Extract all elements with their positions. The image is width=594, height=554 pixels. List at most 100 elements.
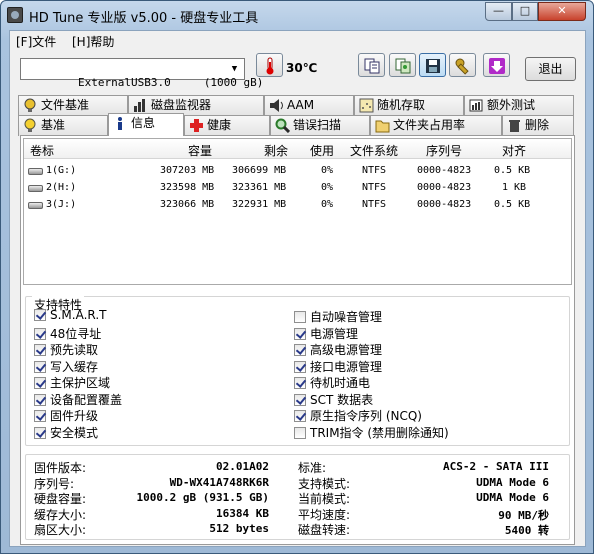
toolbar: ExternalUSB3.0 (1000 gB) ▼ 30℃ 退出: [10, 53, 585, 89]
empty-checkbox-icon: [294, 311, 306, 323]
checkmark-icon: [294, 393, 306, 406]
cell-volume: 1(G:): [46, 165, 77, 176]
col-alignment[interactable]: 对齐: [502, 142, 526, 159]
feature-checkbox[interactable]: 固件升级: [34, 407, 98, 424]
drive-icon: [28, 185, 43, 192]
tab-row-top: 文件基准 磁盘监视器 AAM 随机存取 额外测试: [10, 95, 585, 116]
copy-screenshot-button[interactable]: [389, 53, 416, 77]
col-filesystem[interactable]: 文件系统: [350, 142, 398, 159]
temperature-button[interactable]: [256, 53, 283, 77]
feature-checkbox[interactable]: S.M.A.R.T: [34, 308, 106, 322]
client-area: [F]文件 [H]帮助 ExternalUSB3.0 (1000 gB) ▼ 3…: [9, 30, 586, 547]
detail-value: WD-WX41A748RK6R: [169, 475, 269, 489]
minimize-button[interactable]: —: [485, 2, 512, 21]
cell-alignment: 0.5 KB: [494, 165, 531, 176]
options-button[interactable]: [449, 53, 476, 77]
speaker-icon: [270, 99, 283, 112]
cell-volume: 2(H:): [46, 182, 77, 193]
tab-health[interactable]: 健康: [184, 115, 270, 136]
col-volume[interactable]: 卷标: [30, 142, 54, 159]
feature-checkbox[interactable]: 设备配置覆盖: [34, 391, 122, 408]
feature-checkbox[interactable]: 自动噪音管理: [294, 308, 382, 325]
feature-checkbox[interactable]: 高级电源管理: [294, 341, 382, 358]
detail-label: 平均速度:: [298, 507, 351, 522]
drive-icon: [28, 168, 43, 175]
col-serial[interactable]: 序列号: [426, 142, 462, 159]
wrench-icon: [455, 58, 469, 75]
tab-folder-usage[interactable]: 文件夹占用率: [370, 115, 502, 136]
menu-help[interactable]: [H]帮助: [72, 33, 114, 50]
table-row[interactable]: 2(H:) 323598 MB 323361 MB 0% NTFS 0000-4…: [24, 180, 571, 197]
feature-label: 写入缓存: [50, 359, 99, 374]
save-button[interactable]: [419, 53, 446, 77]
detail-label: 支持模式:: [298, 476, 351, 491]
download-button[interactable]: [483, 53, 510, 77]
checkmark-icon: [34, 410, 46, 422]
tab-random-access[interactable]: 随机存取: [354, 95, 464, 116]
feature-label: 固件升级: [50, 409, 99, 423]
feature-label: 高级电源管理: [310, 343, 383, 357]
tab-label: 额外测试: [487, 98, 536, 112]
tab-extra-tests[interactable]: 额外测试: [464, 95, 574, 116]
col-free[interactable]: 剩余: [264, 142, 288, 159]
thermometer-icon: [266, 57, 274, 75]
cell-serial: 0000-4823: [417, 165, 472, 176]
detail-value: 5400 转: [504, 524, 549, 537]
feature-checkbox[interactable]: 原生指令序列 (NCQ): [294, 407, 422, 424]
checkmark-icon: [34, 360, 46, 373]
table-row[interactable]: 1(G:) 307203 MB 306699 MB 0% NTFS 0000-4…: [24, 163, 571, 180]
tab-error-scan[interactable]: 错误扫描: [270, 115, 370, 136]
detail-label: 硬盘容量:: [34, 492, 87, 506]
copy-text-button[interactable]: [358, 53, 385, 77]
drive-icon: [28, 202, 43, 209]
detail-value: UDMA Mode 6: [476, 475, 549, 489]
tab-erase[interactable]: 删除: [502, 115, 574, 136]
feature-checkbox[interactable]: 待机时通电: [294, 374, 370, 391]
table-row[interactable]: 3(J:) 323066 MB 322931 MB 0% NTFS 0000-4…: [24, 197, 571, 214]
cell-serial: 0000-4823: [417, 182, 472, 193]
bar-chart-icon: [134, 99, 145, 112]
hd-tune-app-icon: [7, 7, 23, 23]
menu-bar: [F]文件 [H]帮助: [10, 31, 585, 51]
detail-value: 1000.2 gB (931.5 GB): [136, 491, 269, 504]
checkmark-icon: [294, 410, 306, 422]
drive-select[interactable]: ExternalUSB3.0 (1000 gB) ▼: [20, 58, 263, 89]
checkmark-icon: [294, 344, 306, 356]
feature-checkbox[interactable]: 电源管理: [294, 325, 358, 342]
checkmark-icon: [294, 327, 306, 340]
exit-button[interactable]: 退出: [525, 57, 576, 81]
feature-checkbox[interactable]: 安全模式: [34, 424, 98, 441]
maximize-button[interactable]: □: [512, 2, 538, 21]
copy-icon: [364, 58, 380, 74]
tab-label: 文件基准: [41, 98, 90, 112]
feature-checkbox[interactable]: 写入缓存: [34, 358, 98, 375]
copy-image-icon: [395, 58, 411, 74]
extra-tests-icon: [469, 99, 483, 112]
features-group: 支持特性 S.M.A.R.T 48位寻址 预先读取 写入缓存 主保护区域 设备配置覆盖 固件…: [25, 296, 570, 446]
cell-used: 0%: [321, 199, 334, 210]
tab-aam[interactable]: AAM: [264, 95, 354, 116]
tab-label: 删除: [525, 118, 550, 132]
red-cross-icon: [190, 119, 203, 132]
col-used[interactable]: 使用: [310, 142, 334, 159]
feature-label: 安全模式: [50, 425, 99, 440]
tab-label: 信息: [131, 116, 156, 130]
col-capacity[interactable]: 容量: [188, 142, 212, 159]
tab-info[interactable]: 信息: [108, 113, 184, 136]
cell-alignment: 0.5 KB: [494, 199, 531, 210]
checkmark-icon: [294, 377, 306, 389]
volume-list[interactable]: 卷标 容量 剩余 使用 文件系统 序列号 对齐 1(G:) 307203 MB …: [23, 138, 572, 285]
floppy-disk-icon: [426, 59, 440, 73]
tab-benchmark[interactable]: 基准: [18, 115, 108, 136]
menu-file[interactable]: [F]文件: [16, 33, 56, 50]
trash-icon: [509, 120, 520, 132]
feature-checkbox[interactable]: 预先读取: [34, 341, 98, 358]
feature-checkbox[interactable]: 接口电源管理: [294, 358, 382, 375]
lightbulb-icon: [24, 118, 36, 132]
feature-checkbox[interactable]: SCT 数据表: [294, 391, 373, 408]
feature-checkbox[interactable]: TRIM指令 (禁用删除通知): [294, 424, 449, 441]
close-button[interactable]: ✕: [538, 2, 586, 21]
feature-checkbox[interactable]: 48位寻址: [34, 325, 101, 342]
feature-checkbox[interactable]: 主保护区域: [34, 374, 110, 391]
cell-capacity: 323066 MB: [160, 199, 215, 210]
